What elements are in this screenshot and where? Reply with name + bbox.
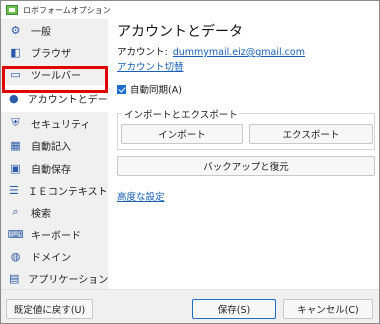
user-icon: ● bbox=[9, 92, 19, 105]
roboform-app-icon bbox=[6, 5, 18, 15]
app-icon: ▤ bbox=[9, 271, 20, 285]
account-row: アカウント: dummymail.eiz@gmail.com bbox=[117, 44, 305, 58]
sidebar-item-label: アプリケーション bbox=[28, 274, 109, 286]
sidebar-item-autofill[interactable]: ▦ 自動記入 bbox=[1, 134, 108, 156]
sidebar-item-label: セキュリティ bbox=[31, 119, 91, 131]
save-button[interactable]: 保存(S) bbox=[192, 299, 276, 319]
sidebar-item-label: 自動保存 bbox=[31, 164, 71, 176]
sidebar-item-label: 検索 bbox=[31, 208, 51, 220]
globe-icon: ◍ bbox=[10, 249, 21, 263]
sidebar-item-label: ブラウザ bbox=[31, 48, 71, 60]
reset-defaults-button[interactable]: 既定値に戻す(U) bbox=[6, 299, 93, 319]
sidebar-item-general[interactable]: ⚙ 一般 bbox=[1, 19, 108, 41]
sidebar-item-autosave[interactable]: ▣ 自動保存 bbox=[1, 157, 108, 179]
gear-icon: ⚙ bbox=[10, 23, 21, 37]
sidebar-item-browser[interactable]: ◧ ブラウザ bbox=[1, 41, 108, 63]
backup-restore-button[interactable]: バックアップと復元 bbox=[117, 156, 375, 176]
sidebar-item-label: アカウントとデータ bbox=[27, 95, 118, 106]
import-export-title: インポートとエクスポート bbox=[122, 107, 240, 121]
shield-icon: ⛨ bbox=[11, 116, 20, 129]
account-email-link[interactable]: dummymail.eiz@gmail.com bbox=[173, 47, 305, 58]
page-title: アカウントとデータ bbox=[117, 24, 243, 40]
sidebar-item-keyboard[interactable]: ⌨ キーボード bbox=[1, 223, 108, 245]
import-export-group: インポートとエクスポート インポート エクスポート bbox=[117, 107, 375, 150]
sidebar-item-toolbar[interactable]: ▭ ツールバー bbox=[1, 63, 108, 85]
browser-icon: ◧ bbox=[10, 45, 21, 59]
sidebar-item-label: 一般 bbox=[31, 26, 51, 38]
account-label: アカウント: bbox=[117, 47, 168, 58]
sidebar-item-label: キーボード bbox=[31, 230, 81, 242]
context-menu-icon: ☰ bbox=[9, 183, 19, 197]
cancel-button[interactable]: キャンセル(C) bbox=[283, 299, 373, 319]
auto-sync-label: 自動同期(A) bbox=[130, 85, 182, 96]
auto-sync-checkbox[interactable] bbox=[117, 84, 126, 94]
sidebar-item-label: ドメイン bbox=[31, 252, 71, 264]
sidebar-item-security[interactable]: ⛨ セキュリティ bbox=[1, 112, 108, 134]
sidebar-item-ie-context-menu[interactable]: ☰ ＩＥコンテキストメニ bbox=[1, 179, 128, 201]
sidebar: ⚙ 一般 ◧ ブラウザ ▭ ツールバー ● アカウントとデータ ⛨ セキュリティ… bbox=[1, 19, 128, 289]
sidebar-item-label: ツールバー bbox=[31, 70, 81, 82]
advanced-settings-link[interactable]: 高度な設定 bbox=[117, 189, 165, 203]
sidebar-item-applications[interactable]: ▤ アプリケーション bbox=[1, 267, 108, 289]
autofill-icon: ▦ bbox=[10, 138, 21, 152]
sidebar-item-account-data[interactable]: ● アカウントとデータ bbox=[1, 85, 118, 112]
content-panel: アカウントとデータ アカウント: dummymail.eiz@gmail.com… bbox=[109, 19, 379, 289]
toolbar-icon: ▭ bbox=[10, 67, 21, 81]
button-bar: 既定値に戻す(U) 保存(S) キャンセル(C) bbox=[1, 289, 379, 323]
auto-sync-row[interactable]: 自動同期(A) bbox=[117, 82, 182, 96]
export-button[interactable]: エクスポート bbox=[249, 124, 373, 144]
import-button[interactable]: インポート bbox=[121, 124, 243, 144]
search-icon: ⌕ bbox=[12, 205, 19, 218]
sidebar-item-label: 自動記入 bbox=[31, 141, 71, 153]
switch-account-link[interactable]: アカウント切替 bbox=[117, 59, 184, 73]
window-title: ロボフォームオプション bbox=[23, 5, 111, 15]
options-window: ロボフォームオプション ⚙ 一般 ◧ ブラウザ ▭ ツールバー ● アカウントと… bbox=[0, 0, 380, 324]
title-bar: ロボフォームオプション bbox=[1, 1, 379, 19]
save-icon: ▣ bbox=[10, 161, 21, 175]
sidebar-item-domain[interactable]: ◍ ドメイン bbox=[1, 245, 108, 267]
keyboard-icon: ⌨ bbox=[7, 227, 24, 241]
sidebar-item-search[interactable]: ⌕ 検索 bbox=[1, 201, 108, 223]
